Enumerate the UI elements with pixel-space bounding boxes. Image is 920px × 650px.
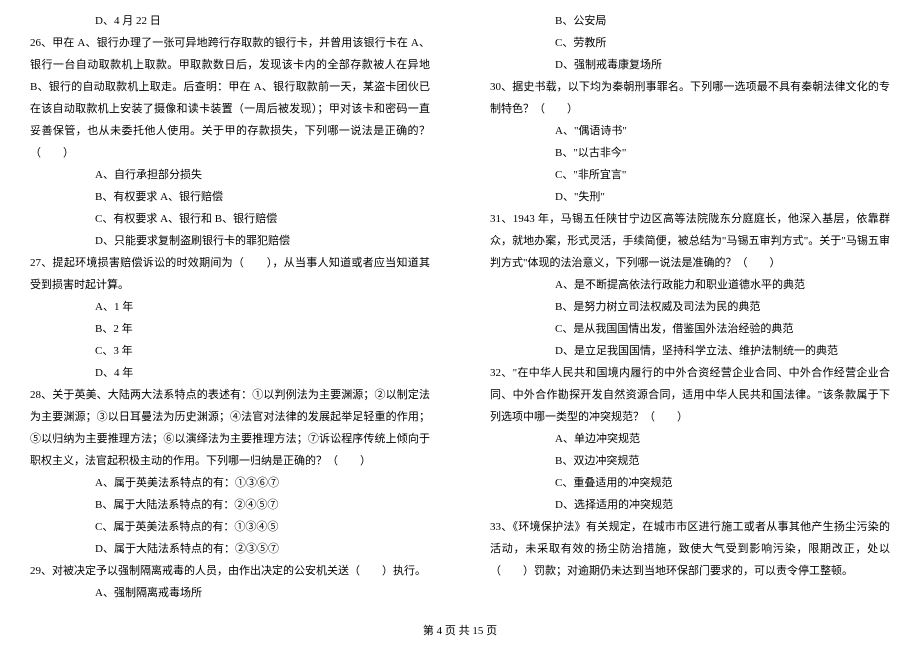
- q32-option-b: B、双边冲突规范: [490, 450, 890, 472]
- page-container: D、4 月 22 日 26、甲在 A、银行办理了一张可异地跨行存取款的银行卡，并…: [0, 10, 920, 610]
- q27-text: 27、提起环境损害赔偿诉讼的时效期间为（ ），从当事人知道或者应当知道其受到损害…: [30, 252, 430, 296]
- q31-option-c: C、是从我国国情出发，借鉴国外法治经验的典范: [490, 318, 890, 340]
- q30-option-a: A、"偶语诗书": [490, 120, 890, 142]
- q27-option-b: B、2 年: [30, 318, 430, 340]
- q29-option-a: A、强制隔离戒毒场所: [30, 582, 430, 604]
- q29-option-c: C、劳教所: [490, 32, 890, 54]
- q32-option-c: C、重叠适用的冲突规范: [490, 472, 890, 494]
- right-column: B、公安局 C、劳教所 D、强制戒毒康复场所 30、据史书载，以下均为秦朝刑事罪…: [460, 10, 920, 610]
- q28-option-b: B、属于大陆法系特点的有：②④⑤⑦: [30, 494, 430, 516]
- q28-option-c: C、属于英美法系特点的有：①③④⑤: [30, 516, 430, 538]
- q31-option-a: A、是不断提高依法行政能力和职业道德水平的典范: [490, 274, 890, 296]
- q26-option-b: B、有权要求 A、银行赔偿: [30, 186, 430, 208]
- q28-text: 28、关于英美、大陆两大法系特点的表述有：①以判例法为主要渊源；②以制定法为主要…: [30, 384, 430, 472]
- q29-option-b: B、公安局: [490, 10, 890, 32]
- q28-option-a: A、属于英美法系特点的有：①③⑥⑦: [30, 472, 430, 494]
- q27-option-c: C、3 年: [30, 340, 430, 362]
- q30-option-b: B、"以古非今": [490, 142, 890, 164]
- q33-text: 33、《环境保护法》有关规定，在城市市区进行施工或者从事其他产生扬尘污染的活动，…: [490, 516, 890, 582]
- left-column: D、4 月 22 日 26、甲在 A、银行办理了一张可异地跨行存取款的银行卡，并…: [0, 10, 460, 610]
- q30-option-d: D、"失刑": [490, 186, 890, 208]
- q25-option-d: D、4 月 22 日: [30, 10, 430, 32]
- q26-text: 26、甲在 A、银行办理了一张可异地跨行存取款的银行卡，并曾用该银行卡在 A、银…: [30, 32, 430, 164]
- q26-option-c: C、有权要求 A、银行和 B、银行赔偿: [30, 208, 430, 230]
- q32-text: 32、"在中华人民共和国境内履行的中外合资经营企业合同、中外合作经营企业合同、中…: [490, 362, 890, 428]
- q27-option-d: D、4 年: [30, 362, 430, 384]
- q31-text: 31、1943 年，马锡五任陕甘宁边区高等法院陇东分庭庭长，他深入基层，依靠群众…: [490, 208, 890, 274]
- q31-option-d: D、是立足我国国情，坚持科学立法、维护法制统一的典范: [490, 340, 890, 362]
- q26-option-a: A、自行承担部分损失: [30, 164, 430, 186]
- q29-option-d: D、强制戒毒康复场所: [490, 54, 890, 76]
- q32-option-d: D、选择适用的冲突规范: [490, 494, 890, 516]
- q30-text: 30、据史书载，以下均为秦朝刑事罪名。下列哪一选项最不具有秦朝法律文化的专制特色…: [490, 76, 890, 120]
- q27-option-a: A、1 年: [30, 296, 430, 318]
- q28-option-d: D、属于大陆法系特点的有：②③⑤⑦: [30, 538, 430, 560]
- q32-option-a: A、单边冲突规范: [490, 428, 890, 450]
- q31-option-b: B、是努力树立司法权威及司法为民的典范: [490, 296, 890, 318]
- q26-option-d: D、只能要求复制盗刷银行卡的罪犯赔偿: [30, 230, 430, 252]
- q30-option-c: C、"非所宜言": [490, 164, 890, 186]
- q29-text: 29、对被决定予以强制隔离戒毒的人员，由作出决定的公安机关送（ ）执行。: [30, 560, 430, 582]
- page-footer: 第 4 页 共 15 页: [0, 620, 920, 642]
